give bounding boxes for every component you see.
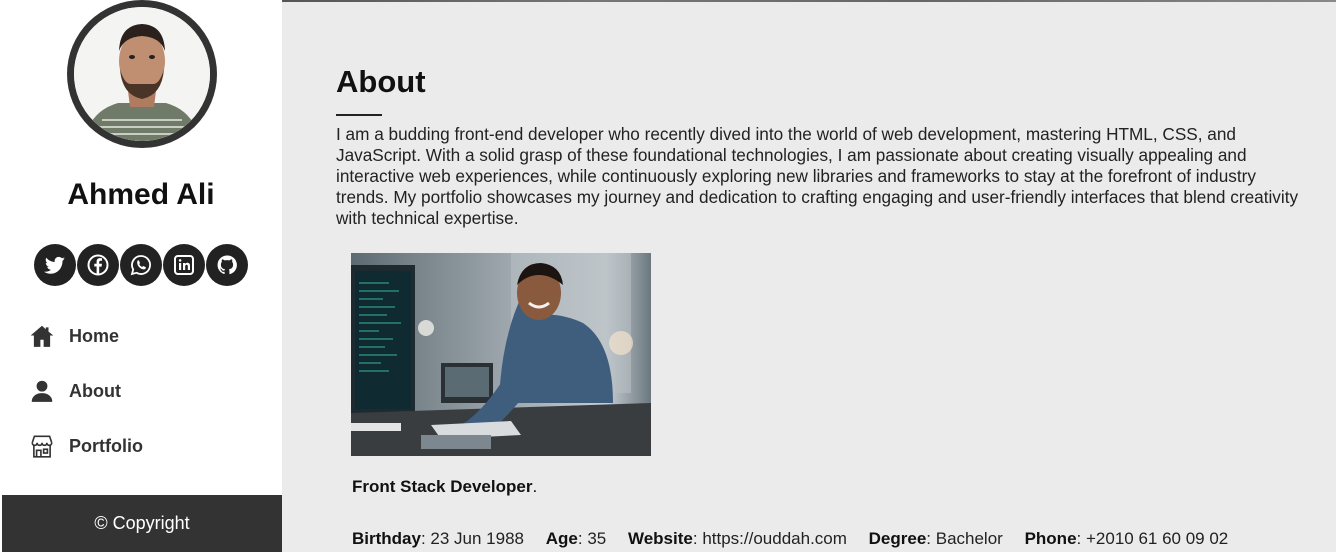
role-text: Front Stack Developer <box>352 477 533 496</box>
detail-birthday: Birthday: 23 Jun 1988 <box>352 529 525 548</box>
detail-degree: Degree: Bachelor <box>868 529 1003 548</box>
twitter-icon <box>44 256 65 274</box>
copyright-footer: © Copyright <box>2 495 282 552</box>
detail-degree-label: Degree <box>868 529 927 548</box>
personal-details: Birthday: 23 Jun 1988 Age: 35 Website: h… <box>352 529 1245 549</box>
nav-item-about[interactable]: About <box>28 373 143 409</box>
sidebar-nav: Home About Portfolio <box>28 318 143 483</box>
detail-birthday-label: Birthday <box>352 529 421 548</box>
nav-item-portfolio[interactable]: Portfolio <box>28 428 143 464</box>
detail-age-value: 35 <box>587 529 607 548</box>
nav-label-portfolio: Portfolio <box>69 435 143 456</box>
twitter-link[interactable] <box>34 244 76 286</box>
github-link[interactable] <box>206 244 248 286</box>
github-icon <box>217 255 237 275</box>
detail-phone-value: +2010 61 60 09 02 <box>1085 529 1229 548</box>
nav-item-home[interactable]: Home <box>28 318 143 354</box>
detail-phone-label: Phone <box>1024 529 1077 548</box>
detail-birthday-value: 23 Jun 1988 <box>430 529 525 548</box>
nav-label-about: About <box>69 380 121 401</box>
role-suffix: . <box>532 477 538 496</box>
facebook-link[interactable] <box>77 244 119 286</box>
linkedin-icon <box>174 255 194 275</box>
detail-age: Age: 35 <box>545 529 607 548</box>
social-links <box>34 244 248 286</box>
facebook-icon <box>87 254 109 276</box>
role-title: Front Stack Developer. <box>352 477 537 497</box>
nav-label-home: Home <box>69 325 120 346</box>
detail-age-label: Age <box>545 529 578 548</box>
developer-photo <box>351 253 651 456</box>
whatsapp-icon <box>130 255 151 276</box>
linkedin-link[interactable] <box>163 244 205 286</box>
home-icon <box>28 322 56 350</box>
top-banner-strip <box>282 0 1336 2</box>
detail-website: Website: https://ouddah.com <box>627 529 847 548</box>
avatar-photo <box>74 7 210 141</box>
user-icon <box>28 377 56 405</box>
whatsapp-link[interactable] <box>120 244 162 286</box>
about-description: I am a budding front-end developer who r… <box>336 124 1299 228</box>
page-title: About <box>336 64 426 99</box>
store-icon <box>28 432 56 460</box>
profile-name: Ahmed Ali <box>67 178 215 211</box>
detail-website-label: Website <box>627 529 693 548</box>
title-underline <box>336 114 382 116</box>
detail-phone: Phone: +2010 61 60 09 02 <box>1024 529 1229 548</box>
detail-website-value[interactable]: https://ouddah.com <box>702 529 847 548</box>
detail-degree-value: Bachelor <box>935 529 1003 548</box>
sidebar: Ahmed Ali Home About Portfolio © Copyrig… <box>0 0 282 552</box>
avatar <box>67 0 217 148</box>
